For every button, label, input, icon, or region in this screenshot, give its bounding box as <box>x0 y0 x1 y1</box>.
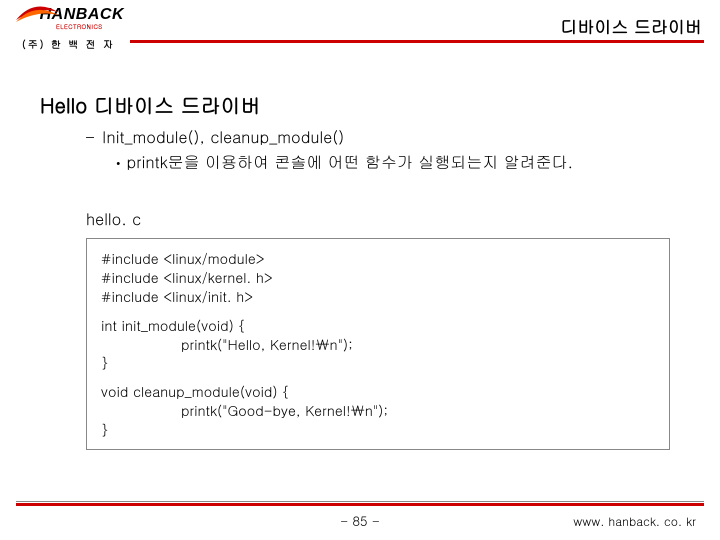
bullet-level-1: –Init_module(), cleanup_module() <box>86 125 680 148</box>
bullet-icon: • <box>116 155 121 172</box>
footer-divider <box>16 503 704 506</box>
code-line: printk("Good-bye, Kernel!￦n"); <box>101 401 655 420</box>
bullet2-text: printk문을 이용하여 콘솔에 어떤 함수가 실행되는지 알려준다. <box>127 150 573 173</box>
code-line: } <box>101 420 655 439</box>
code-body: printk("Hello, Kernel!￦n"); <box>181 334 353 354</box>
logo-korean: (주) 한 백 전 자 <box>22 37 124 51</box>
swoosh-icon <box>14 6 42 24</box>
code-body: printk("Good-bye, Kernel!￦n"); <box>181 400 388 420</box>
footer-site: www. hanback. co. kr <box>573 513 696 530</box>
code-line: #include <linux/kernel. h> <box>101 268 655 287</box>
code-fn-cleanup: void cleanup_module(void) { printk("Good… <box>101 382 655 439</box>
section-heading: Hello 디바이스 드라이버 <box>40 90 680 119</box>
bullet-level-2: • printk문을 이용하여 콘솔에 어떤 함수가 실행되는지 알려준다. <box>116 150 680 173</box>
logo: HANBACK ELECTRONICS (주) 한 백 전 자 <box>14 6 124 51</box>
slide-page: HANBACK ELECTRONICS (주) 한 백 전 자 디바이스 드라이… <box>0 0 720 540</box>
code-line: #include <linux/init. h> <box>101 287 655 306</box>
code-box: #include <linux/module> #include <linux/… <box>86 238 670 450</box>
code-line: } <box>101 353 655 372</box>
code-line: void cleanup_module(void) { <box>101 382 655 401</box>
header: HANBACK ELECTRONICS (주) 한 백 전 자 디바이스 드라이… <box>0 0 720 60</box>
dash-icon: – <box>86 125 94 148</box>
code-line: int init_module(void) { <box>101 316 655 335</box>
code-line: #include <linux/module> <box>101 249 655 268</box>
bullet1-text: Init_module(), cleanup_module() <box>102 125 344 148</box>
code-line: printk("Hello, Kernel!￦n"); <box>101 335 655 354</box>
header-divider <box>130 40 704 43</box>
header-title: 디바이스 드라이버 <box>560 14 702 38</box>
code-includes: #include <linux/module> #include <linux/… <box>101 249 655 306</box>
content-body: Hello 디바이스 드라이버 –Init_module(), cleanup_… <box>0 60 720 450</box>
file-label: hello. c <box>86 207 680 230</box>
code-fn-init: int init_module(void) { printk("Hello, K… <box>101 316 655 373</box>
